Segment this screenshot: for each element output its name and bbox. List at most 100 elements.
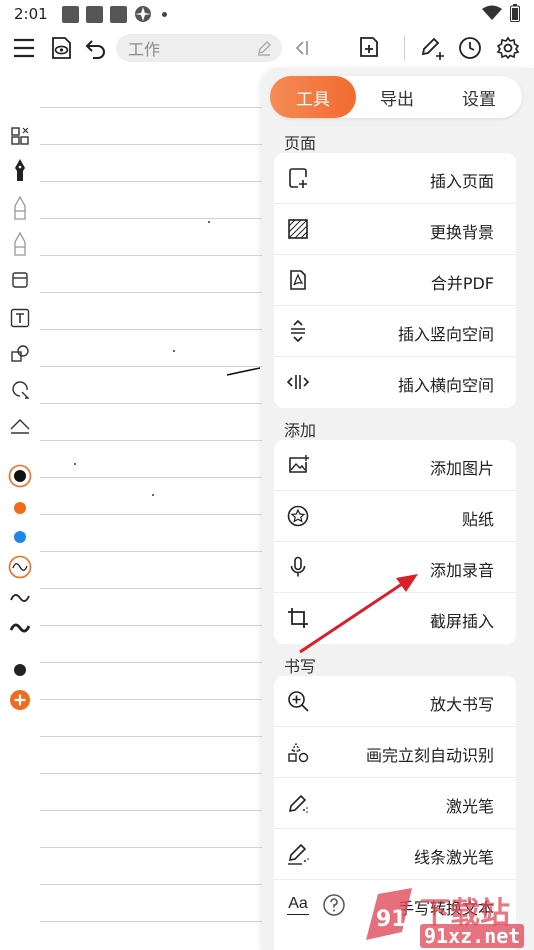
ruled-line <box>40 329 270 330</box>
ruled-line <box>40 810 270 811</box>
microphone-icon <box>286 555 310 579</box>
top-toolbar: 工作 <box>0 28 534 68</box>
fountain-pen-icon[interactable] <box>8 158 32 182</box>
notebook-page[interactable] <box>40 70 280 950</box>
title-input[interactable]: 工作 <box>116 34 282 62</box>
watermark-logo: 91 <box>366 888 412 940</box>
sticker-row[interactable]: 贴纸 <box>274 491 516 542</box>
shape-recognize-icon <box>286 740 310 764</box>
collapse-icon[interactable] <box>286 32 318 64</box>
tab-tools[interactable]: 工具 <box>270 76 356 118</box>
toolbar-divider <box>404 36 405 60</box>
page-group: 插入页面 更换背景 合并PDF 插入竖向空间 插入横向空间 <box>274 153 516 408</box>
zoom-writing-row[interactable]: 放大书写 <box>274 676 516 727</box>
merge-pdf-row[interactable]: 合并PDF <box>274 255 516 306</box>
ruler-tool-icon[interactable] <box>8 414 32 438</box>
crop-icon <box>286 606 310 630</box>
zoom-in-icon <box>286 689 310 713</box>
ruled-line <box>40 514 270 515</box>
ruled-line <box>40 403 270 404</box>
dot-size-icon[interactable] <box>8 658 32 682</box>
left-toolbox <box>0 118 40 718</box>
ruled-line <box>40 588 270 589</box>
row-label: 线条激光笔 <box>413 848 494 867</box>
row-label: 插入竖向空间 <box>397 325 494 344</box>
ruled-line <box>40 477 270 478</box>
section-title-page: 页面 <box>284 134 317 153</box>
ruled-line <box>40 884 270 885</box>
row-label: 贴纸 <box>461 510 494 529</box>
image-icon <box>286 453 310 477</box>
row-label: 画完立刻自动识别 <box>365 746 494 765</box>
shape-tool-icon[interactable] <box>8 342 32 366</box>
row-label: 激光笔 <box>445 797 494 816</box>
add-group: 添加图片 贴纸 添加录音 截屏插入 <box>274 440 516 644</box>
watermark: 91 下载站 91xz.net <box>358 884 534 950</box>
auto-recognize-row[interactable]: 画完立刻自动识别 <box>274 727 516 778</box>
ruled-line <box>40 292 270 293</box>
change-background-row[interactable]: 更换背景 <box>274 204 516 255</box>
select-tool-icon[interactable] <box>8 124 32 148</box>
help-icon[interactable] <box>322 893 346 917</box>
line-laser-pen-icon <box>286 842 310 866</box>
row-label: 合并PDF <box>430 274 494 293</box>
vertical-space-icon <box>286 319 310 343</box>
watermark-url: 91xz.net <box>420 924 525 948</box>
eraser-icon[interactable] <box>8 268 32 292</box>
status-bar: 2:01 <box>0 0 534 28</box>
row-label: 添加图片 <box>429 459 494 478</box>
horizontal-space-icon <box>286 370 310 394</box>
add-color-icon[interactable] <box>8 688 32 712</box>
color-orange-swatch[interactable] <box>8 496 32 520</box>
stroke-thin-selected-icon[interactable] <box>8 555 32 579</box>
battery-icon <box>510 4 520 22</box>
row-label: 放大书写 <box>429 695 494 714</box>
pencil-icon[interactable] <box>8 196 32 220</box>
color-black-swatch[interactable] <box>8 464 32 488</box>
insert-vertical-space-row[interactable]: 插入竖向空间 <box>274 306 516 357</box>
screenshot-insert-row[interactable]: 截屏插入 <box>274 593 516 644</box>
title-text: 工作 <box>128 40 161 59</box>
settings-gear-icon[interactable] <box>492 32 524 64</box>
ruled-line <box>40 921 270 922</box>
ink-dot <box>173 350 175 352</box>
ruled-line <box>40 144 270 145</box>
menu-icon[interactable] <box>8 32 40 64</box>
ruled-line <box>40 847 270 848</box>
insert-page-icon <box>286 166 310 190</box>
pen-add-icon[interactable] <box>416 32 448 64</box>
ink-dot <box>208 221 210 223</box>
add-recording-row[interactable]: 添加录音 <box>274 542 516 593</box>
ink-stroke <box>226 367 261 376</box>
line-laser-pen-row[interactable]: 线条激光笔 <box>274 829 516 880</box>
tab-export[interactable]: 导出 <box>358 76 436 118</box>
stroke-medium-icon[interactable] <box>8 586 32 610</box>
add-image-row[interactable]: 添加图片 <box>274 440 516 491</box>
ruled-line <box>40 181 270 182</box>
ruled-line <box>40 255 270 256</box>
ruled-line <box>40 662 270 663</box>
notification-icon <box>109 5 127 23</box>
insert-horizontal-space-row[interactable]: 插入横向空间 <box>274 357 516 408</box>
insert-page-row[interactable]: 插入页面 <box>274 153 516 204</box>
color-blue-swatch[interactable] <box>8 525 32 549</box>
row-label: 截屏插入 <box>429 612 494 631</box>
undo-icon[interactable] <box>80 32 112 64</box>
laser-pen-row[interactable]: 激光笔 <box>274 778 516 829</box>
stroke-thick-icon[interactable] <box>8 616 32 640</box>
preview-icon[interactable] <box>45 32 77 64</box>
wifi-icon <box>482 5 502 20</box>
text-tool-icon[interactable] <box>8 306 32 330</box>
history-icon[interactable] <box>454 32 486 64</box>
edit-icon[interactable] <box>256 40 272 60</box>
pdf-icon <box>286 268 310 292</box>
ruled-line <box>40 218 270 219</box>
change-background-icon <box>286 217 310 241</box>
status-time: 2:01 <box>14 5 48 23</box>
add-page-icon[interactable] <box>352 32 384 64</box>
lasso-tool-icon[interactable] <box>8 378 32 402</box>
notification-icon <box>85 5 103 23</box>
tab-settings[interactable]: 设置 <box>440 76 518 118</box>
ruled-line <box>40 736 270 737</box>
highlighter-icon[interactable] <box>8 232 32 256</box>
